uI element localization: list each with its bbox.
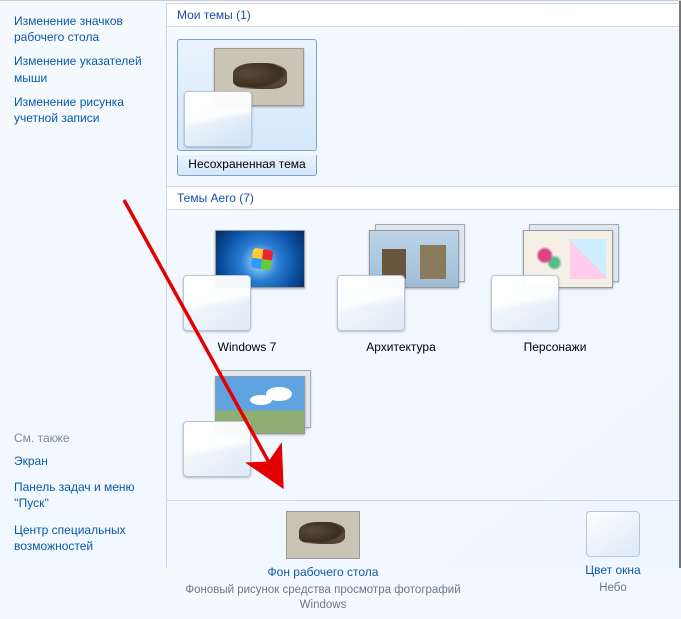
sidebar: Изменение значков рабочего стола Изменен…: [0, 1, 162, 568]
sidebar-link-ease-of-access[interactable]: Центр специальных возможностей: [14, 516, 148, 558]
color-swatch: [183, 421, 251, 477]
sidebar-link-display[interactable]: Экран: [14, 447, 148, 473]
theme-tile-characters[interactable]: Персонажи: [485, 222, 625, 358]
theme-label: Несохраненная тема: [177, 155, 317, 176]
theme-label: Архитектура: [331, 338, 471, 358]
section-aero-themes-header: Темы Aero (7): [167, 186, 679, 210]
theme-tile-architecture[interactable]: Архитектура: [331, 222, 471, 358]
section-my-themes-header: Мои темы (1): [167, 3, 679, 27]
theme-label: Windows 7: [177, 338, 317, 358]
desktop-background-thumb: [286, 511, 360, 559]
theme-tile-windows7[interactable]: Windows 7: [177, 222, 317, 358]
color-swatch: [491, 275, 559, 331]
theme-tile-unsaved[interactable]: Несохраненная тема: [177, 39, 317, 176]
window-color-thumb: [586, 511, 640, 557]
window-color-item[interactable]: Цвет окна Небо: [553, 511, 673, 613]
sidebar-link-account-picture[interactable]: Изменение рисунка учетной записи: [14, 90, 148, 130]
theme-tile-landscapes[interactable]: [177, 368, 317, 490]
sidebar-link-desktop-icons[interactable]: Изменение значков рабочего стола: [14, 9, 148, 49]
sidebar-link-mouse-pointers[interactable]: Изменение указателей мыши: [14, 49, 148, 89]
color-swatch: [183, 275, 251, 331]
theme-label: [177, 484, 317, 490]
desktop-background-desc: Фоновый рисунок средства просмотра фотог…: [173, 581, 473, 613]
color-swatch: [337, 275, 405, 331]
window-color-link[interactable]: Цвет окна: [585, 563, 640, 579]
sidebar-link-taskbar[interactable]: Панель задач и меню ''Пуск'': [14, 473, 148, 515]
theme-label: Персонажи: [485, 338, 625, 358]
bottom-panel: Фон рабочего стола Фоновый рисунок средс…: [167, 500, 679, 619]
desktop-background-item[interactable]: Фон рабочего стола Фоновый рисунок средс…: [173, 511, 473, 613]
content-area: Мои темы (1) Несохраненная тема Темы Aer…: [162, 1, 681, 568]
color-swatch: [184, 91, 252, 147]
desktop-background-link[interactable]: Фон рабочего стола: [268, 565, 379, 581]
window-color-desc: Небо: [553, 579, 673, 596]
see-also-label: См. также: [14, 425, 148, 447]
